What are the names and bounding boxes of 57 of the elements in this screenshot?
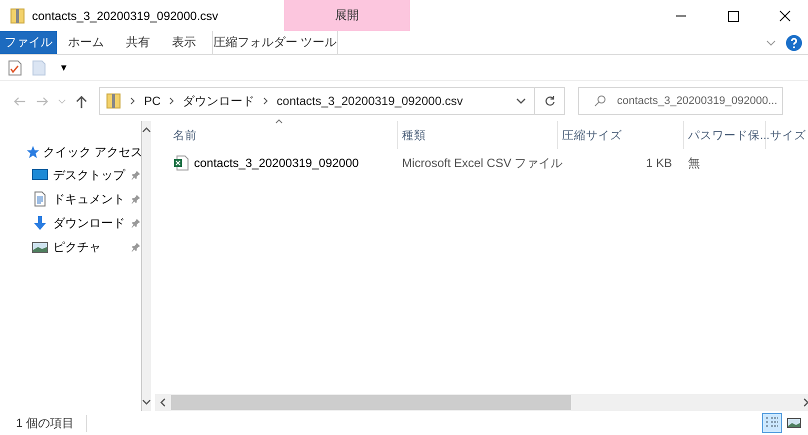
breadcrumb[interactable]: ダウンロード <box>182 92 255 110</box>
scroll-right-icon[interactable] <box>803 398 808 407</box>
scroll-thumb[interactable] <box>171 395 571 410</box>
excel-file-icon <box>173 155 189 171</box>
column-header[interactable]: 名前 <box>173 128 393 142</box>
document-icon <box>32 191 48 207</box>
picture-icon <box>32 239 48 255</box>
sidebar-item[interactable]: デスクトップ <box>53 166 126 184</box>
table-cell: Microsoft Excel CSV ファイル <box>402 154 563 172</box>
zip-folder-icon <box>10 8 26 24</box>
sidebar-item[interactable]: ピクチャ <box>53 238 126 256</box>
large-icons-view-icon <box>787 416 801 430</box>
sidebar-item[interactable]: ダウンロード <box>53 214 126 232</box>
separator-chevron-icon <box>130 97 136 105</box>
table-cell: 無 <box>688 154 700 172</box>
scroll-down-icon[interactable] <box>142 399 151 405</box>
window-title: contacts_3_20200319_092000.csv <box>32 8 218 22</box>
pin-icon[interactable] <box>131 218 141 228</box>
vertical-scrollbar[interactable] <box>141 121 151 411</box>
column-header[interactable]: パスワード保... <box>688 128 770 142</box>
pin-icon[interactable] <box>131 194 141 204</box>
refresh-icon <box>544 95 556 107</box>
up-arrow-icon[interactable] <box>74 94 89 108</box>
chevron-icon[interactable] <box>766 40 776 46</box>
scroll-left-icon[interactable] <box>160 398 166 407</box>
down-arrow-icon <box>32 215 48 231</box>
search-icon <box>594 95 606 107</box>
refresh-button[interactable] <box>535 87 565 115</box>
ribbon-tab[interactable]: 圧縮フォルダー ツール <box>212 31 338 54</box>
help-icon[interactable] <box>786 34 802 50</box>
separator-chevron-icon <box>168 97 175 105</box>
properties-icon[interactable] <box>7 60 23 76</box>
pin-icon[interactable] <box>131 242 141 252</box>
pin-icon[interactable] <box>131 170 141 180</box>
scroll-up-icon[interactable] <box>142 127 151 133</box>
desktop-icon <box>32 167 48 183</box>
star-icon <box>26 145 40 159</box>
dropdown-chevron-icon[interactable] <box>516 98 526 104</box>
item-count: 1 個の項目 <box>16 414 88 432</box>
context-group-label: 展開 <box>284 0 410 31</box>
table-cell: 1 KB <box>646 156 672 170</box>
separator-chevron-icon <box>262 97 269 105</box>
column-header[interactable]: サイズ <box>770 128 808 142</box>
file-name[interactable]: contacts_3_20200319_092000 <box>194 156 359 170</box>
breadcrumb[interactable]: contacts_3_20200319_092000.csv <box>276 94 463 108</box>
zip-folder-icon <box>106 93 122 109</box>
search-field[interactable]: contacts_3_20200319_092000... <box>578 87 783 115</box>
sidebar-item[interactable]: ドキュメント <box>53 190 126 208</box>
ribbon-tab[interactable]: ファイル <box>0 31 57 54</box>
quick-access-header[interactable]: クイック アクセス <box>43 144 142 160</box>
view-button[interactable] <box>762 413 782 433</box>
column-header[interactable]: 圧縮サイズ <box>562 128 679 142</box>
customize-toolbar-button[interactable]: ▾ <box>61 61 67 74</box>
horizontal-scrollbar[interactable] <box>155 394 808 411</box>
column-header[interactable]: 種類 <box>402 128 553 142</box>
breadcrumb[interactable]: PC <box>144 94 161 108</box>
address-bar[interactable]: PC ダウンロード contacts_3_20200319_092000.csv <box>99 87 535 115</box>
